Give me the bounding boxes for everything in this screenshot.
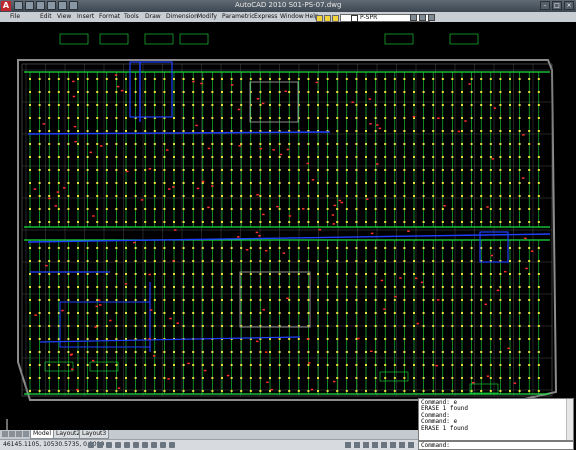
make-current-icon[interactable] — [419, 14, 426, 21]
layer-tools — [410, 14, 435, 21]
quick-access-toolbar — [14, 1, 78, 11]
command-line-5: ERASE 1 found — [421, 424, 468, 432]
close-icon[interactable]: × — [564, 1, 574, 10]
menu-view[interactable]: View — [57, 13, 71, 20]
drafting-toggles — [88, 442, 175, 448]
undo-icon[interactable] — [47, 1, 56, 10]
menu-bar: File Edit View Insert Format Tools Draw … — [0, 12, 576, 22]
menu-window[interactable]: Window — [280, 13, 304, 20]
otrack-icon[interactable] — [133, 442, 139, 448]
layer-color-swatch — [351, 15, 358, 22]
maximize-icon[interactable]: □ — [552, 1, 562, 10]
layout-tabs: Model Layout2 Layout3 — [0, 430, 418, 439]
tab-navigation — [2, 431, 29, 437]
floor-plan-drawing[interactable] — [0, 22, 576, 430]
quick-view-icon[interactable] — [354, 442, 360, 448]
layer-freeze-icon[interactable] — [324, 14, 331, 22]
ortho-icon[interactable] — [106, 442, 112, 448]
window-controls: – □ × — [540, 1, 574, 10]
layer-on-icon[interactable] — [316, 14, 323, 22]
layer-properties-icon[interactable] — [410, 14, 417, 21]
menu-dimension[interactable]: Dimension — [166, 13, 198, 20]
layer-name: P-SPR — [360, 14, 378, 21]
command-history[interactable]: Command: e ERASE 1 found Command: Comman… — [418, 398, 574, 441]
command-input[interactable]: Command: — [418, 441, 574, 450]
window-title: AutoCAD 2010 S01-PS-07.dwg — [235, 1, 342, 9]
model-space-icon[interactable] — [345, 442, 351, 448]
minimize-icon[interactable]: – — [540, 1, 550, 10]
quick-properties-icon[interactable] — [169, 442, 175, 448]
first-tab-icon[interactable] — [2, 431, 8, 437]
status-tray — [345, 442, 414, 448]
snap-icon[interactable] — [88, 442, 94, 448]
menu-tools[interactable]: Tools — [124, 13, 139, 20]
menu-format[interactable]: Format — [99, 13, 120, 20]
clean-screen-icon[interactable] — [408, 442, 414, 448]
plot-icon[interactable] — [69, 1, 78, 10]
tab-model[interactable]: Model — [30, 430, 55, 439]
next-tab-icon[interactable] — [16, 431, 22, 437]
menu-modify[interactable]: Modify — [197, 13, 217, 20]
polar-icon[interactable] — [115, 442, 121, 448]
menu-edit[interactable]: Edit — [40, 13, 52, 20]
pan-icon[interactable] — [363, 442, 369, 448]
dyn-icon[interactable] — [151, 442, 157, 448]
grid-icon[interactable] — [97, 442, 103, 448]
prev-tab-icon[interactable] — [9, 431, 15, 437]
osnap-icon[interactable] — [124, 442, 130, 448]
redo-icon[interactable] — [58, 1, 67, 10]
lineweight-icon[interactable] — [160, 442, 166, 448]
layer-lock-icon[interactable] — [332, 14, 339, 22]
tab-layout3[interactable]: Layout3 — [79, 430, 110, 439]
status-bar: 46145.1105, 10530.5735, 0.0000 — [0, 439, 418, 450]
autocad-logo-icon[interactable]: A — [1, 1, 11, 11]
lock-icon[interactable] — [399, 442, 405, 448]
command-scrollbar[interactable] — [566, 399, 573, 440]
new-icon[interactable] — [14, 1, 23, 10]
zoom-icon[interactable] — [372, 442, 378, 448]
menu-express[interactable]: Express — [254, 13, 277, 20]
menu-insert[interactable]: Insert — [77, 13, 94, 20]
layer-previous-icon[interactable] — [428, 14, 435, 21]
menu-parametric[interactable]: Parametric — [222, 13, 255, 20]
menu-file[interactable]: File — [10, 13, 20, 20]
title-bar: A AutoCAD 2010 S01-PS-07.dwg – □ × — [0, 0, 576, 12]
drawing-area[interactable] — [0, 22, 576, 440]
ducs-icon[interactable] — [142, 442, 148, 448]
menu-draw[interactable]: Draw — [145, 13, 161, 20]
save-icon[interactable] — [36, 1, 45, 10]
open-icon[interactable] — [25, 1, 34, 10]
annotation-scale-icon[interactable] — [381, 442, 387, 448]
workspace-icon[interactable] — [390, 442, 396, 448]
last-tab-icon[interactable] — [23, 431, 29, 437]
